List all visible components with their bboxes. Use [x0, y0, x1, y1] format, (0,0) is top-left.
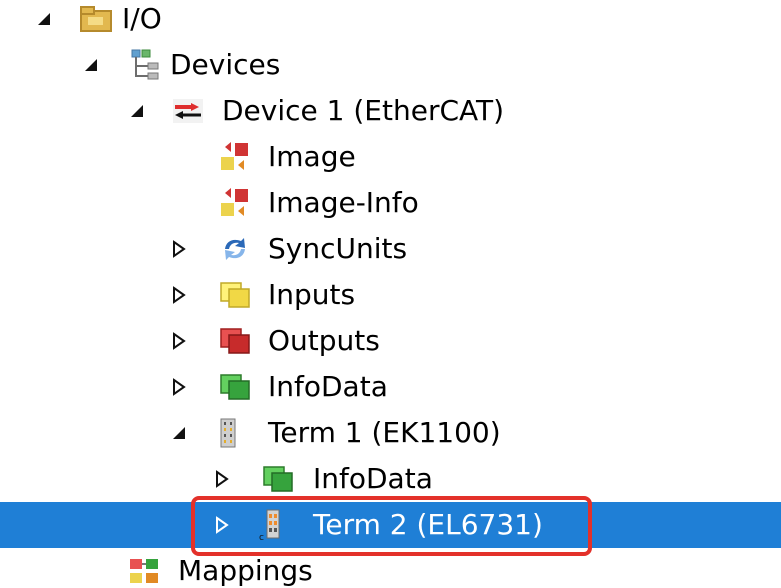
tree-item-sync-units[interactable]: SyncUnits — [0, 226, 781, 272]
outputs-icon — [220, 328, 250, 354]
tree-item-term1[interactable]: Term 1 (EK1100) — [0, 410, 781, 456]
tree-item-inputs[interactable]: Inputs — [0, 272, 781, 318]
tree-item-label: Image-Info — [268, 186, 419, 219]
ethercat-device-icon — [173, 99, 203, 123]
image-info-icon — [221, 188, 248, 216]
folder-icon — [80, 6, 112, 32]
expanded-triangle-icon[interactable] — [34, 9, 54, 29]
image-icon — [221, 142, 248, 170]
tree-item-label: SyncUnits — [268, 232, 408, 265]
collapsed-triangle-icon[interactable] — [169, 331, 189, 351]
devices-icon — [131, 49, 159, 80]
tree-item-io[interactable]: I/O — [0, 0, 781, 42]
solution-tree: I/O Devices Device 1 (EtherCAT) Image Im… — [0, 0, 781, 588]
tree-item-label: Outputs — [268, 324, 380, 357]
tree-item-label: Image — [268, 140, 356, 173]
tree-item-label: InfoData — [268, 370, 388, 403]
tree-item-label: Mappings — [178, 554, 313, 587]
terminal-ek1100-icon — [220, 418, 236, 448]
expanded-triangle-icon[interactable] — [169, 423, 189, 443]
tree-item-label: Inputs — [268, 278, 356, 311]
collapsed-triangle-icon[interactable] — [169, 377, 189, 397]
tree-item-label: Device 1 (EtherCAT) — [222, 94, 505, 127]
infodata-icon — [220, 374, 250, 400]
tree-item-label: Devices — [170, 48, 281, 81]
mappings-icon — [130, 559, 158, 583]
tree-item-mappings[interactable]: Mappings — [0, 548, 781, 588]
tree-item-infodata[interactable]: InfoData — [0, 364, 781, 410]
expanded-triangle-icon[interactable] — [127, 101, 147, 121]
tree-item-outputs[interactable]: Outputs — [0, 318, 781, 364]
collapsed-triangle-icon[interactable] — [169, 239, 189, 259]
sync-units-icon — [225, 238, 245, 260]
tree-item-image[interactable]: Image — [0, 134, 781, 180]
expanded-triangle-icon[interactable] — [81, 55, 101, 75]
infodata-icon — [263, 466, 293, 492]
tree-item-label: I/O — [122, 2, 162, 35]
tree-item-label: Term 1 (EK1100) — [268, 416, 501, 449]
tree-item-device1[interactable]: Device 1 (EtherCAT) — [0, 88, 781, 134]
tree-item-image-info[interactable]: Image-Info — [0, 180, 781, 226]
inputs-icon — [220, 282, 250, 308]
collapsed-triangle-icon[interactable] — [212, 469, 232, 489]
collapsed-triangle-icon[interactable] — [169, 285, 189, 305]
tree-item-devices[interactable]: Devices — [0, 42, 781, 88]
selection-highlight-outline — [191, 496, 592, 556]
tree-item-label: InfoData — [313, 462, 433, 495]
